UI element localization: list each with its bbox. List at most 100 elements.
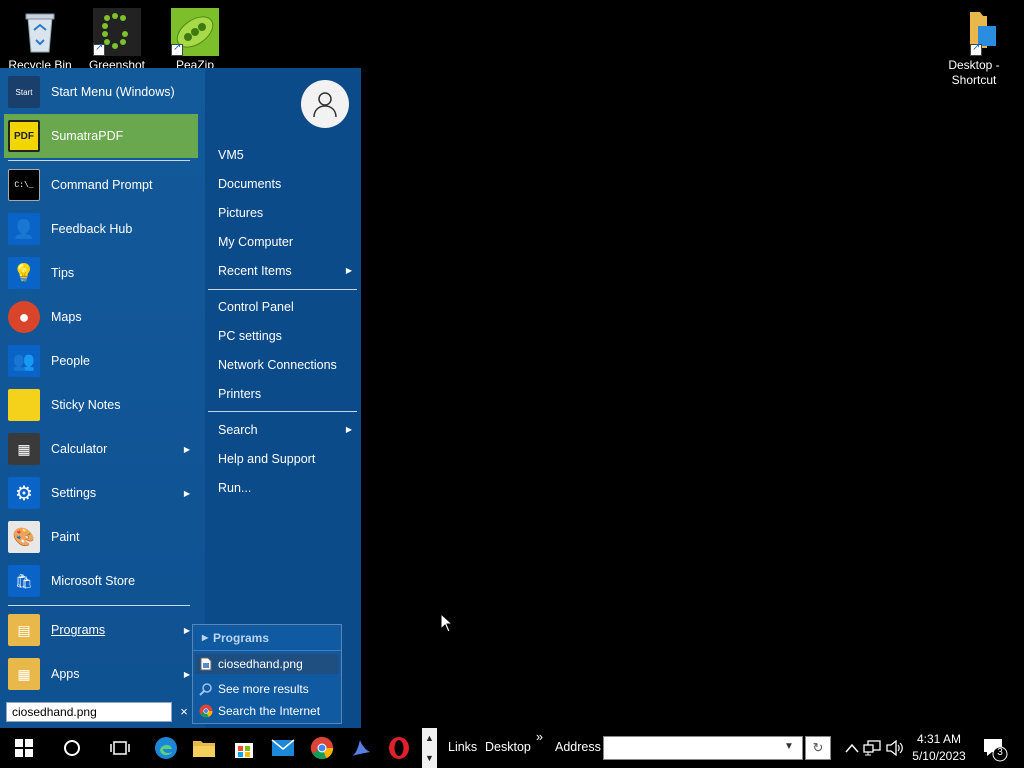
menu-item-label: Sticky Notes: [51, 398, 121, 412]
opera-icon: [389, 737, 409, 759]
right-item-vm5[interactable]: VM5: [218, 145, 356, 165]
folder-shortcut-icon: [950, 8, 998, 56]
command-prompt-icon: C:\_: [8, 169, 40, 201]
menu-item-paint[interactable]: 🎨 Paint: [4, 515, 198, 559]
menu-item-label: Apps: [51, 667, 80, 681]
store-icon: [235, 743, 253, 758]
user-avatar[interactable]: [301, 80, 349, 128]
divider: [208, 411, 357, 412]
submenu-arrow-icon: ▶: [183, 488, 190, 498]
start-menu-icon: Start: [8, 76, 40, 108]
result-item-label: Search the Internet: [218, 704, 321, 718]
right-item-documents[interactable]: Documents: [218, 174, 356, 194]
menu-item-maps[interactable]: ● Maps: [4, 295, 198, 339]
menu-item-people[interactable]: 👥 People: [4, 339, 198, 383]
desktop-icon-recycle-bin[interactable]: Recycle Bin: [0, 8, 80, 73]
right-item-printers[interactable]: Printers: [218, 384, 356, 404]
taskbar-toolbar-scroll[interactable]: ▲ ▼: [422, 728, 437, 768]
task-view-button[interactable]: [104, 732, 136, 764]
taskbar-file-explorer[interactable]: [188, 732, 220, 764]
menu-item-sticky-notes[interactable]: Sticky Notes: [4, 383, 198, 427]
menu-item-calculator[interactable]: ▦ Calculator ▶: [4, 427, 198, 471]
address-input[interactable]: [603, 736, 803, 760]
peazip-icon: [171, 8, 219, 56]
tips-icon: 💡: [8, 257, 40, 289]
divider: [208, 289, 357, 290]
right-item-label: Search: [218, 423, 258, 437]
right-item-pictures[interactable]: Pictures: [218, 203, 356, 223]
scroll-up-icon[interactable]: ▲: [422, 728, 437, 748]
system-clock[interactable]: 4:31 AM 5/10/2023: [905, 731, 973, 765]
cortana-circle-icon: [64, 740, 80, 756]
menu-item-microsoft-store[interactable]: 🛍 Microsoft Store: [4, 559, 198, 603]
settings-icon: ⚙: [8, 477, 40, 509]
menu-item-programs[interactable]: ▤ Programs ▶: [4, 608, 198, 652]
menu-item-start-menu-windows[interactable]: Start Start Menu (Windows): [4, 70, 198, 114]
taskbar-bird-app[interactable]: [345, 732, 377, 764]
menu-item-label: Maps: [51, 310, 82, 324]
start-button[interactable]: [8, 732, 40, 764]
chrome-icon: [199, 704, 213, 718]
right-item-search[interactable]: Search ▶: [218, 420, 356, 440]
right-item-help-and-support[interactable]: Help and Support: [218, 449, 356, 469]
menu-item-apps[interactable]: ▦ Apps ▶: [4, 652, 198, 696]
result-item-search-internet[interactable]: Search the Internet: [195, 701, 339, 721]
menu-item-sumatrapdf[interactable]: PDF SumatraPDF: [4, 114, 198, 158]
menu-item-label: Programs: [51, 623, 106, 637]
submenu-arrow-icon: ▶: [183, 625, 190, 635]
result-item-see-more[interactable]: See more results: [195, 679, 339, 699]
links-toolbar[interactable]: Links: [448, 740, 477, 754]
sticky-notes-icon: [8, 389, 40, 421]
action-center-button[interactable]: 3: [982, 736, 1008, 762]
desktop-icon-greenshot[interactable]: Greenshot: [77, 8, 157, 73]
address-refresh-button[interactable]: ↻: [805, 736, 831, 760]
shortcut-arrow-icon: [93, 42, 105, 56]
taskbar-opera[interactable]: [383, 732, 415, 764]
right-item-run[interactable]: Run...: [218, 478, 356, 498]
menu-item-label: SumatraPDF: [51, 129, 124, 143]
desktop-icon-peazip[interactable]: PeaZip: [155, 8, 235, 73]
menu-item-label: Settings: [51, 486, 97, 500]
taskbar-mail[interactable]: [267, 732, 299, 764]
result-item-label: See more results: [218, 682, 309, 696]
menu-item-feedback-hub[interactable]: 👤 Feedback Hub: [4, 207, 198, 251]
toolbar-chevron-icon[interactable]: »: [536, 730, 543, 744]
people-icon: 👥: [8, 345, 40, 377]
right-item-network-connections[interactable]: Network Connections: [218, 355, 356, 375]
cortana-button[interactable]: [56, 732, 88, 764]
windows-logo-icon: [15, 739, 33, 757]
desktop-icon-desktop-shortcut[interactable]: Desktop - Shortcut: [934, 8, 1014, 88]
menu-item-settings[interactable]: ⚙ Settings ▶: [4, 471, 198, 515]
search-clear-button[interactable]: ×: [178, 702, 190, 722]
paint-icon: 🎨: [8, 521, 40, 553]
menu-item-label: Microsoft Store: [51, 574, 136, 588]
right-item-label: Recent Items: [218, 264, 292, 278]
apps-icon: ▦: [8, 658, 40, 690]
address-dropdown-icon[interactable]: ▼: [784, 741, 794, 752]
submenu-arrow-icon: ▶: [183, 669, 190, 679]
bird-icon: [352, 740, 370, 756]
scroll-down-icon[interactable]: ▼: [422, 748, 437, 768]
shortcut-arrow-icon: [970, 42, 982, 56]
greenshot-icon: [93, 8, 141, 56]
right-item-pc-settings[interactable]: PC settings: [218, 326, 356, 346]
result-item-file[interactable]: ciosedhand.png: [195, 654, 339, 674]
taskbar-chrome[interactable]: [306, 732, 338, 764]
results-header-programs[interactable]: ▶ Programs: [193, 625, 341, 651]
right-item-recent-items[interactable]: Recent Items ▶: [218, 261, 356, 281]
clock-time: 4:31 AM: [916, 732, 962, 746]
maps-icon: ●: [8, 301, 40, 333]
desktop-toolbar[interactable]: Desktop: [485, 740, 531, 754]
result-item-label: ciosedhand.png: [218, 657, 303, 671]
search-results-popup: ▶ Programs ciosedhand.png See more resul…: [192, 624, 342, 724]
taskbar-store[interactable]: [228, 732, 260, 764]
shortcut-arrow-icon: [171, 42, 183, 56]
right-item-control-panel[interactable]: Control Panel: [218, 297, 356, 317]
start-search-input[interactable]: [6, 702, 172, 722]
menu-item-tips[interactable]: 💡 Tips: [4, 251, 198, 295]
taskbar-edge[interactable]: [150, 732, 182, 764]
menu-item-command-prompt[interactable]: C:\_ Command Prompt: [4, 163, 198, 207]
magnifier-icon: [199, 683, 212, 696]
menu-item-label: Tips: [51, 266, 75, 280]
right-item-my-computer[interactable]: My Computer: [218, 232, 356, 252]
